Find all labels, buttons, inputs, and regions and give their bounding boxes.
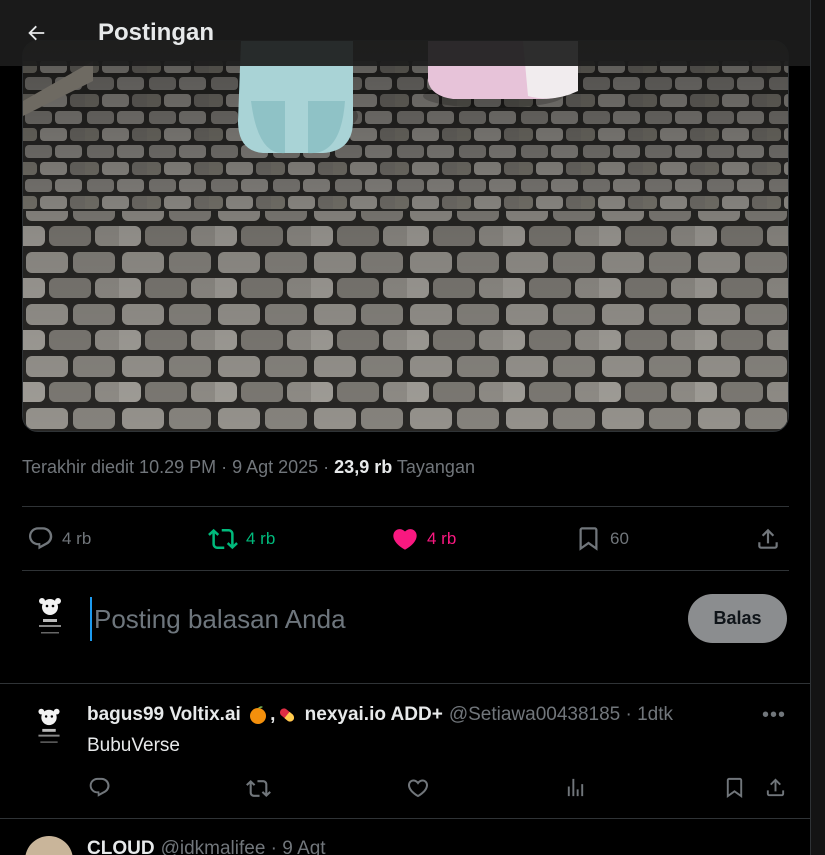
share-icon [766, 778, 785, 797]
like-action[interactable]: 4 rb [391, 507, 456, 570]
back-button[interactable] [16, 13, 56, 53]
reply-bookmark-action[interactable] [723, 776, 746, 804]
author-name-part: nexyai.io ADD+ [299, 704, 443, 725]
views-count: 23,9 rb [334, 457, 393, 477]
user-avatar[interactable] [25, 592, 75, 642]
bookmark-count: 60 [610, 528, 629, 548]
repost-count: 4 rb [246, 528, 276, 548]
reply-author-avatar[interactable] [25, 703, 73, 751]
reply-action-bar [0, 776, 810, 804]
next-reply-author-handle[interactable]: @idkmalifee · 9 Agt [161, 838, 326, 855]
scrollbar-track[interactable] [810, 0, 825, 855]
reply-share-action[interactable] [764, 776, 787, 804]
heart-icon [407, 779, 429, 798]
dog-logo-icon [25, 703, 73, 751]
reply-reply-action[interactable] [88, 776, 111, 804]
author-name-part: bagus99 Voltix.ai [87, 704, 247, 725]
repost-icon [208, 528, 238, 549]
heart-filled-icon [393, 528, 417, 550]
share-action[interactable] [755, 507, 781, 570]
bookmark-action[interactable]: 60 [575, 507, 629, 570]
reply-input[interactable] [90, 597, 650, 641]
divider [22, 570, 789, 571]
arrow-left-icon [28, 25, 45, 41]
views-label: Tayangan [392, 457, 475, 477]
reply-author-name[interactable]: bagus99 Voltix.ai , nexyai.io ADD+ [87, 704, 443, 726]
edited-timestamp[interactable]: Terakhir diedit 10.29 PM · 9 Agt 2025 · [22, 457, 334, 477]
divider [0, 818, 810, 819]
reply-header: bagus99 Voltix.ai , nexyai.io ADD+ @Seti… [87, 704, 673, 726]
bookmark-icon [726, 777, 743, 798]
post-media-image[interactable] [22, 40, 789, 432]
reply-repost-action[interactable] [246, 776, 271, 806]
like-count: 4 rb [427, 528, 457, 548]
repost-icon [246, 780, 271, 797]
repost-action[interactable]: 4 rb [208, 507, 275, 570]
reply-icon [89, 777, 110, 797]
share-icon [758, 528, 778, 549]
reply-icon [28, 527, 53, 550]
divider [0, 683, 810, 684]
top-header: Postingan [0, 0, 810, 66]
page-title: Postingan [98, 19, 215, 46]
orange-icon [250, 706, 267, 724]
reply-text: BubuVerse [87, 735, 180, 756]
more-options-button[interactable]: ••• [762, 704, 786, 727]
bookmark-icon [579, 527, 598, 551]
post-action-bar: 4 rb 4 rb 4 rb 60 [22, 507, 789, 570]
next-reply-header: CLOUD @idkmalifee · 9 Agt [87, 838, 326, 855]
reply-submit-button[interactable]: Balas [688, 594, 787, 643]
reply-count: 4 rb [62, 528, 92, 548]
analytics-icon [567, 778, 584, 797]
cobblestone-photo [23, 41, 788, 431]
dog-logo-icon [25, 592, 75, 642]
reply-views-action[interactable] [564, 776, 587, 804]
reply-like-action[interactable] [406, 776, 430, 805]
author-name-comma: , [270, 704, 276, 725]
post-meta: Terakhir diedit 10.29 PM · 9 Agt 2025 · … [22, 457, 475, 478]
reply-author-handle[interactable]: @Setiawa00438185 · 1dtk [449, 704, 673, 726]
reply-action[interactable]: 4 rb [27, 507, 91, 570]
pill-icon [280, 708, 295, 722]
next-reply-author-name[interactable]: CLOUD [87, 838, 155, 855]
